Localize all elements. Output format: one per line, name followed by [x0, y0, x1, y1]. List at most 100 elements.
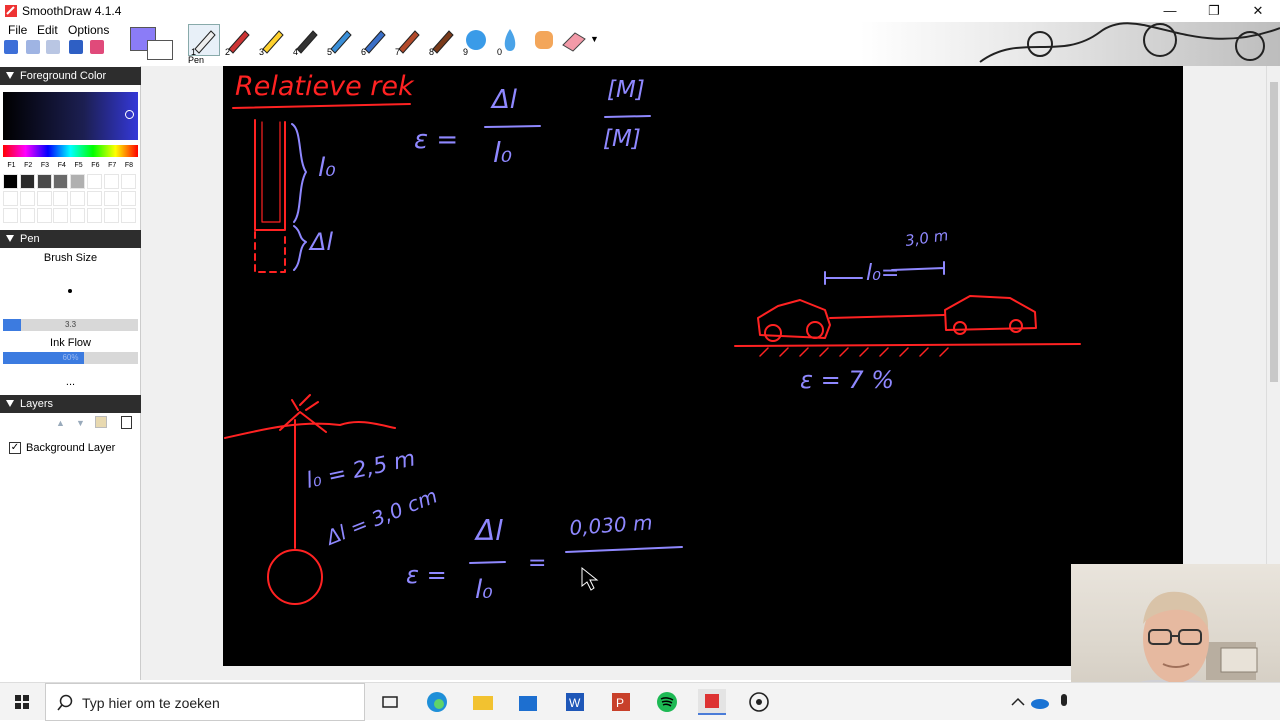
palette-color-cell[interactable] [70, 208, 86, 223]
fkey-label: F3 [40, 162, 50, 169]
window-title: SmoothDraw 4.1.4 [22, 4, 122, 18]
svg-text:W: W [569, 696, 581, 710]
more-options-button[interactable]: ... [0, 376, 141, 388]
palette-color-cell[interactable] [70, 191, 86, 206]
fkey-label: F7 [108, 162, 117, 169]
obs-icon[interactable] [745, 689, 773, 715]
microsoft-store-icon[interactable] [514, 689, 542, 715]
palette-color-cell[interactable] [36, 191, 52, 206]
calc-fraction-line [469, 561, 506, 564]
palette-color-cell[interactable] [103, 174, 119, 189]
smoothdraw-taskbar-icon[interactable] [698, 689, 726, 715]
palette-color-cell[interactable] [120, 191, 136, 206]
pen-cursor-icon [581, 566, 599, 591]
palette-color-cell[interactable] [120, 208, 136, 223]
calc-eps: ε = [406, 561, 447, 589]
menu-options[interactable]: Options [68, 23, 109, 37]
palette-color-cell[interactable] [103, 208, 119, 223]
brace-l0 [291, 123, 307, 223]
tool-brush[interactable]: 5 [324, 24, 356, 57]
taskbar-search-box[interactable]: Typ hier om te zoeken [45, 683, 365, 721]
layer-document-icon[interactable] [121, 416, 132, 429]
tool-chalk[interactable]: 7 [392, 24, 424, 57]
palette-color-cell[interactable] [19, 191, 35, 206]
drawing-canvas[interactable]: Relatieve rek ε = Δl l₀ [M] [M] l₀ Δl l₀… [223, 66, 1183, 666]
tool-crayon[interactable]: 8 [426, 24, 458, 57]
tool-smudge[interactable] [528, 24, 560, 56]
edge-icon[interactable] [423, 689, 451, 715]
restore-button[interactable]: ❐ [1192, 0, 1236, 22]
color-picker-square[interactable] [3, 92, 138, 140]
tool-highlighter[interactable]: 3 [256, 24, 288, 57]
palette-color-cell[interactable] [87, 191, 102, 206]
palette-color-cell[interactable] [120, 174, 136, 189]
file-explorer-icon[interactable] [469, 689, 497, 715]
calc-denominator: l₀ [475, 575, 493, 605]
hue-slider[interactable] [3, 145, 138, 157]
color-picker-knob[interactable] [125, 110, 134, 119]
canvas-drawing: Relatieve rek ε = Δl l₀ [M] [M] l₀ Δl l₀… [224, 71, 1081, 605]
unit-denominator: [M] [603, 126, 641, 152]
spotify-icon[interactable] [653, 689, 681, 715]
palette-color-cell[interactable] [19, 208, 35, 223]
powerpoint-icon[interactable]: P [607, 689, 635, 715]
tool-pen[interactable]: 1 [188, 24, 220, 57]
new-layer-icon[interactable] [69, 40, 83, 54]
smudge-hand-icon [535, 31, 553, 49]
clear-icon[interactable] [90, 40, 104, 54]
smoothdraw-app-icon [5, 5, 17, 17]
layer-down-icon[interactable]: ▼ [76, 418, 85, 428]
panel-header-foreground[interactable]: Foreground Color [0, 67, 141, 85]
layer-up-icon[interactable]: ▲ [56, 418, 65, 428]
menu-edit[interactable]: Edit [37, 23, 58, 37]
heading-text: Relatieve rek [235, 71, 415, 102]
palette-color-cell[interactable] [87, 208, 102, 223]
palette-color-cell[interactable] [36, 208, 52, 223]
ink-flow-slider[interactable]: 60% [3, 352, 138, 364]
palette-color-cell[interactable] [87, 174, 102, 189]
undo-icon[interactable] [26, 40, 40, 54]
task-view-icon[interactable] [376, 689, 404, 715]
brace-dl [293, 225, 307, 271]
palette-color-cell[interactable] [53, 191, 69, 206]
brush-size-slider[interactable]: 3.3 [3, 319, 138, 331]
menu-file[interactable]: File [8, 23, 27, 37]
tool-airbrush[interactable]: 6 [358, 24, 390, 57]
background-color-swatch[interactable] [147, 40, 173, 60]
save-icon[interactable] [4, 40, 18, 54]
tool-pencil[interactable]: 2 [222, 24, 254, 57]
minimize-button[interactable]: — [1148, 0, 1192, 22]
palette-color-cell[interactable] [53, 174, 69, 189]
brush-preview-dot [68, 289, 72, 293]
word-icon[interactable]: W [561, 689, 589, 715]
palette-color-cell[interactable] [36, 174, 52, 189]
palette-color-cell[interactable] [53, 208, 69, 223]
rope-l0-label: l₀ = 2,5 m [304, 446, 418, 493]
tool-number: 9 [463, 47, 469, 57]
microphone-icon[interactable] [1050, 689, 1078, 715]
start-windows-icon[interactable] [8, 689, 36, 715]
tool-marker[interactable]: 4 [290, 24, 322, 57]
palette-color-cell[interactable] [3, 208, 18, 223]
tool-number: 4 [293, 47, 299, 57]
palette-color-cell[interactable] [3, 191, 18, 206]
close-button[interactable]: ✕ [1236, 0, 1280, 22]
palette-color-cell[interactable] [19, 174, 35, 189]
palette-color-cell[interactable] [70, 174, 86, 189]
tool-number: 2 [225, 47, 231, 57]
panel-header-layers[interactable]: Layers [0, 395, 141, 413]
tool-sparkle[interactable]: 9 [460, 24, 492, 57]
layer-folder-icon[interactable] [95, 416, 107, 428]
eraser-icon [562, 32, 586, 52]
palette-color-cell[interactable] [3, 174, 18, 189]
palette-color-cell[interactable] [103, 191, 119, 206]
tool-water[interactable]: 0 [494, 24, 526, 57]
redo-icon[interactable] [46, 40, 60, 54]
unit-numerator: [M] [607, 77, 645, 103]
panel-header-pen[interactable]: Pen [0, 230, 141, 248]
tool-eraser[interactable] [558, 24, 590, 56]
layer-item[interactable]: ✓ Background Layer [3, 438, 138, 458]
layer-visibility-checkbox[interactable]: ✓ [9, 442, 21, 454]
tools-dropdown-icon[interactable]: ▼ [590, 34, 599, 44]
scrollbar-thumb[interactable] [1270, 82, 1278, 382]
